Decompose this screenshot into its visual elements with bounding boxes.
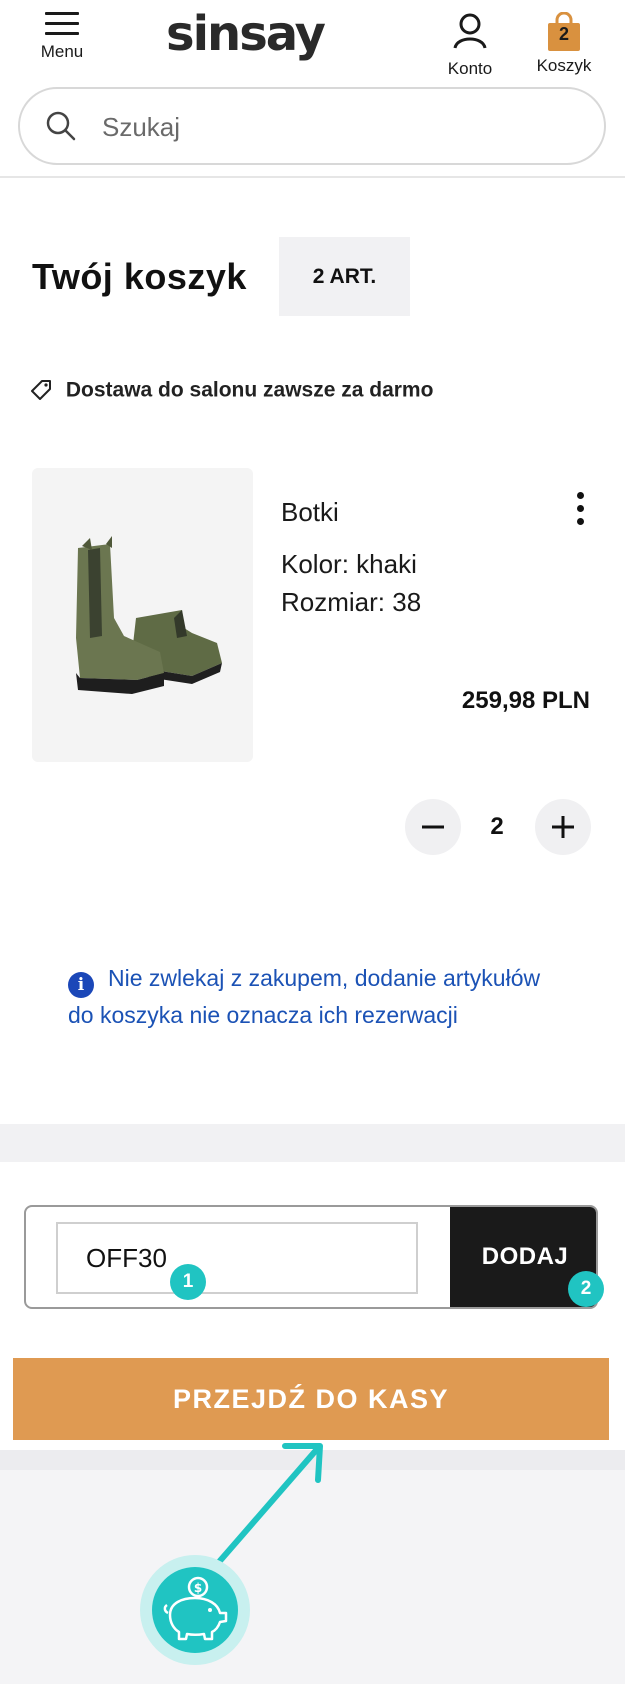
account-button[interactable]: Konto [440,12,500,79]
search-input[interactable] [102,107,582,147]
checkout-button[interactable]: PRZEJDŹ DO KASY [13,1358,609,1440]
search-icon [46,111,76,141]
promo-code-field[interactable] [56,1222,418,1294]
reservation-info-text: Nie zwlekaj z zakupem, dodanie artykułów… [68,965,541,1028]
piggy-bank-icon: $ [163,1576,228,1641]
search-bar[interactable] [18,87,606,165]
info-icon: i [68,972,94,998]
page-title: Twój koszyk [32,256,247,297]
sinsay-logo[interactable]: sinsay [166,6,326,62]
product-image[interactable] [32,468,253,762]
delivery-note: Dostawa do salonu zawsze za darmo [30,378,433,402]
plus-icon [552,816,574,838]
decrease-quantity-button[interactable] [405,799,461,855]
menu-button[interactable]: Menu [34,12,90,62]
step-marker-2: 2 [568,1271,604,1307]
hamburger-icon [45,12,79,35]
svg-text:$: $ [194,1581,202,1595]
cart-count-badge: 2 [558,24,569,44]
user-icon [453,13,487,49]
cart-label: Koszyk [536,56,592,75]
footer-background [0,1450,625,1684]
account-label: Konto [447,59,493,78]
footer-strip [0,1450,625,1470]
more-options-icon[interactable] [570,492,590,532]
promo-code-box: DODAJ [24,1205,598,1309]
reservation-info: i Nie zwlekaj z zakupem, dodanie artykułó… [68,961,548,1033]
cart-button[interactable]: 2 Koszyk [528,11,600,76]
quantity-value: 2 [490,813,504,840]
khaki-chelsea-boots-image [76,536,222,694]
piggy-bank-badge: $ [140,1555,250,1665]
price-tag-icon [31,380,51,401]
increase-quantity-button[interactable] [535,799,591,855]
product-name[interactable]: Botki [281,497,339,528]
minus-icon [422,825,444,829]
product-size: Rozmiar: 38 [281,587,422,617]
shopping-bag-icon: 2 [546,11,582,52]
promo-code-input[interactable] [58,1224,416,1292]
items-count-badge: 2 ART. [279,237,410,316]
delivery-text: Dostawa do salonu zawsze za darmo [65,378,434,402]
product-price: 259,98 PLN [461,687,590,714]
step-marker-1: 1 [170,1264,206,1300]
menu-label: Menu [40,42,84,61]
section-divider [0,1124,625,1162]
product-color: Kolor: khaki [281,549,417,579]
header-divider [0,176,625,178]
top-header: Menu sinsay Konto 2 Koszyk [0,0,625,78]
